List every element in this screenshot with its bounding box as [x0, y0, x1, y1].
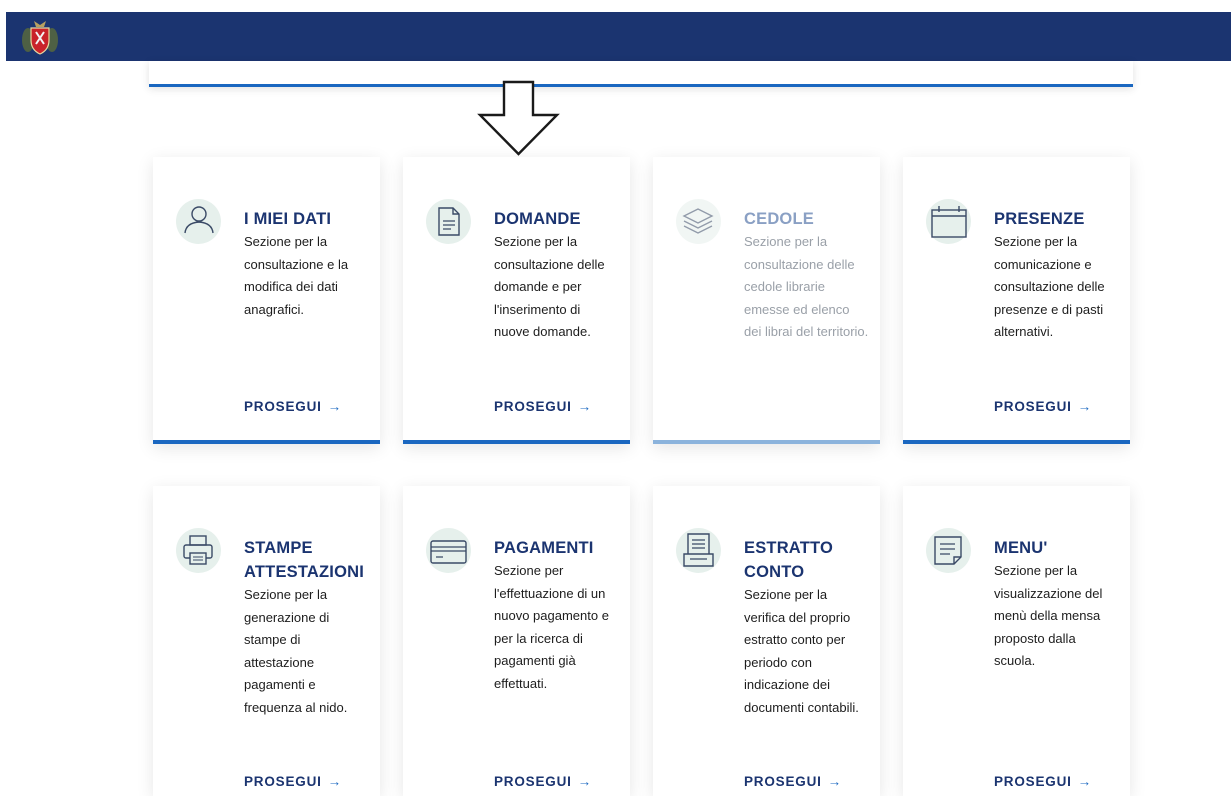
card-title: I MIEI DATI [244, 210, 332, 228]
coat-of-arms-icon[interactable] [20, 18, 60, 58]
card-description: Sezione per la visualizzazione del menù … [994, 563, 1103, 668]
card-title: CEDOLE [744, 210, 814, 228]
card-i-miei-dati: I MIEI DATI Sezione per la consultazione… [153, 157, 380, 444]
card-estratto-conto: ESTRATTO CONTO Sezione per la verifica d… [653, 486, 880, 796]
card-title: ESTRATTO CONTO [744, 539, 833, 581]
card-description: Sezione per la generazione di stampe di … [244, 587, 348, 715]
card-cedole: CEDOLE Sezione per la consultazione dell… [653, 157, 880, 444]
card-presenze: PRESENZE Sezione per la comunicazione e … [903, 157, 1130, 444]
prosegui-link[interactable]: PROSEGUI → [244, 399, 342, 414]
card-title: STAMPE ATTESTAZIONI [244, 539, 365, 581]
card-title: DOMANDE [494, 210, 581, 228]
prosegui-link[interactable]: PROSEGUI → [494, 399, 592, 414]
card-menu: MENU' Sezione per la visualizzazione del… [903, 486, 1130, 796]
printer-icon [176, 528, 221, 573]
card-pagamenti: PAGAMENTI Sezione per l'effettuazione di… [403, 486, 630, 796]
down-arrow-icon [477, 80, 560, 156]
calendar-icon [926, 199, 971, 244]
document-icon [426, 199, 471, 244]
card-domande: DOMANDE Sezione per la consultazione del… [403, 157, 630, 444]
top-navbar [6, 12, 1231, 61]
card-title: PAGAMENTI [494, 539, 594, 557]
arrow-right-icon: → [327, 399, 342, 414]
card-description: Sezione per la consultazione delle doman… [494, 234, 605, 339]
card-description: Sezione per la consultazione delle cedol… [744, 234, 869, 339]
card-description: Sezione per l'effettuazione di un nuovo … [494, 563, 609, 691]
card-stampe-attestazioni: STAMPE ATTESTAZIONI Sezione per la gener… [153, 486, 380, 796]
arrow-right-icon: → [1077, 399, 1092, 414]
user-icon [176, 199, 221, 244]
card-description: Sezione per la verifica del proprio estr… [744, 587, 859, 715]
header-panel [149, 61, 1133, 87]
card-description: Sezione per la consultazione e la modifi… [244, 234, 349, 317]
note-icon [926, 528, 971, 573]
layers-icon [676, 199, 721, 244]
prosegui-link[interactable]: PROSEGUI → [994, 399, 1092, 414]
card-title: MENU' [994, 539, 1048, 557]
arrow-right-icon: → [577, 399, 592, 414]
card-description: Sezione per la comunicazione e consultaz… [994, 234, 1105, 339]
credit-card-icon [426, 528, 471, 573]
card-title: PRESENZE [994, 210, 1085, 228]
receipt-icon [676, 528, 721, 573]
